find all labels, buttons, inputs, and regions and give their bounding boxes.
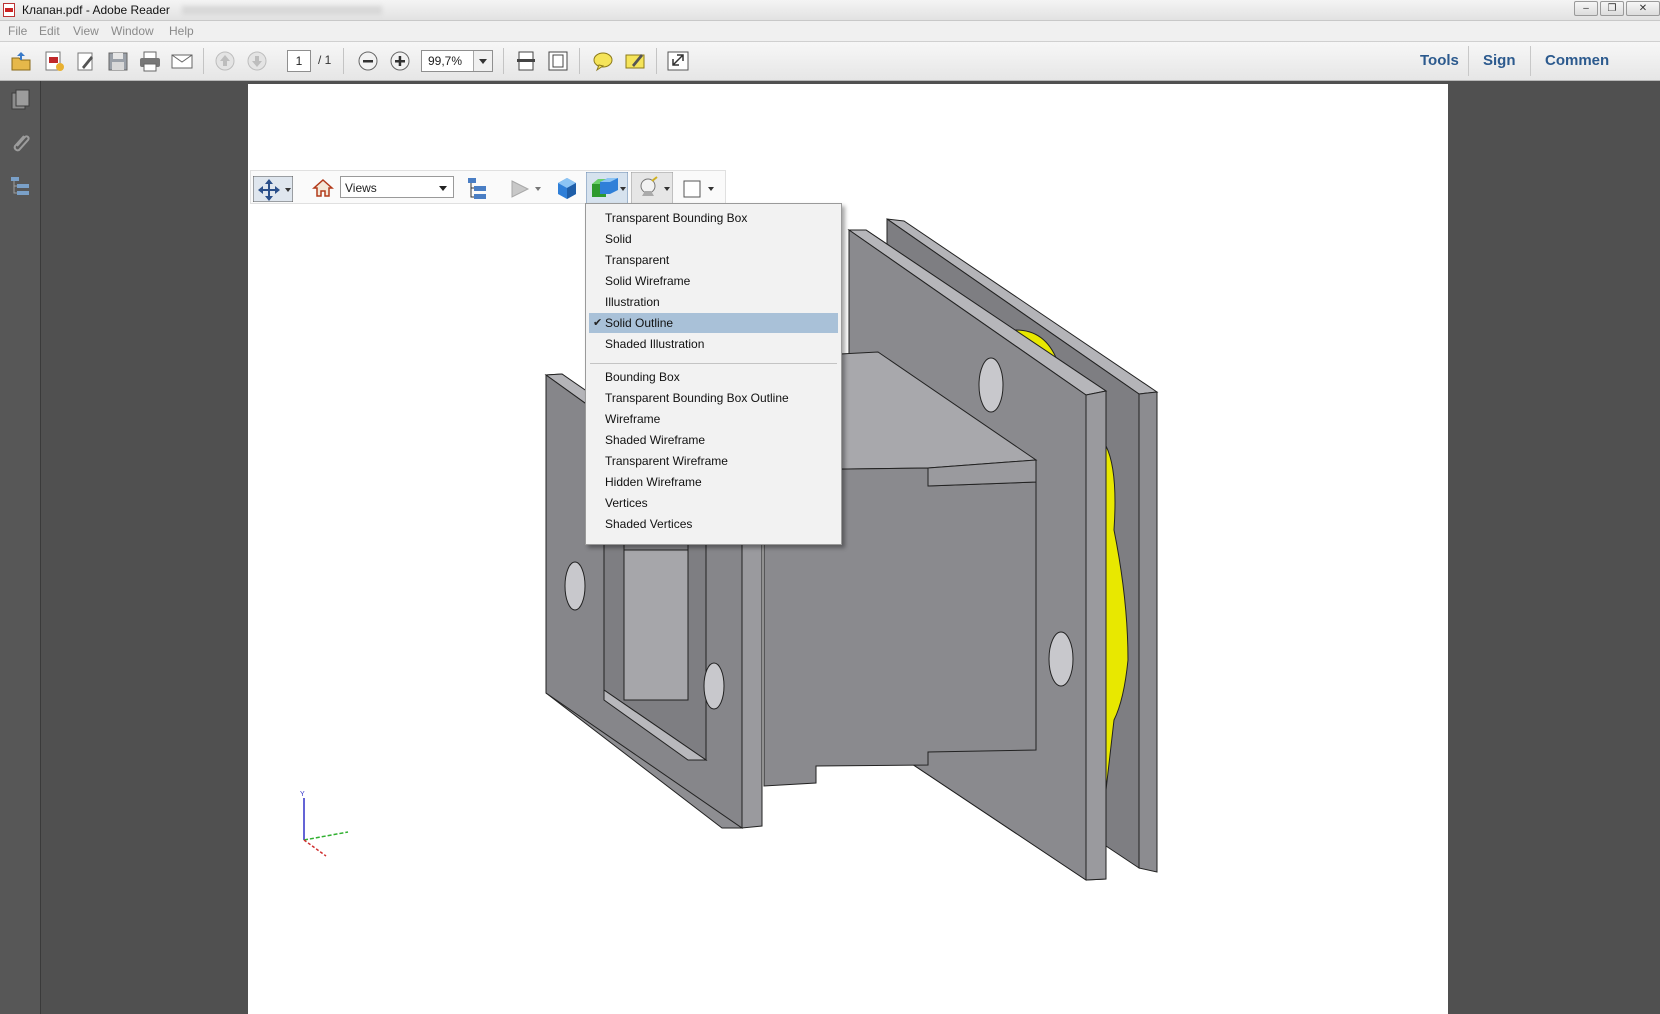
menu-item-vertices[interactable]: Vertices xyxy=(589,493,838,513)
play-animation-icon[interactable] xyxy=(510,179,544,202)
menu-item-illustration[interactable]: Illustration xyxy=(589,292,838,312)
model-tree-toggle-icon[interactable] xyxy=(465,176,489,203)
z-axis-line xyxy=(303,839,327,857)
menu-item-hidden-wireframe[interactable]: Hidden Wireframe xyxy=(589,472,838,492)
menu-item-solid-outline[interactable]: ✔ Solid Outline xyxy=(589,313,838,333)
menu-item-transparent-bounding-box[interactable]: Transparent Bounding Box xyxy=(589,208,838,228)
projection-cube-icon[interactable] xyxy=(555,176,579,205)
menu-item-transparent-wireframe[interactable]: Transparent Wireframe xyxy=(589,451,838,471)
menu-separator xyxy=(590,363,837,364)
background-color-icon[interactable] xyxy=(682,178,716,203)
menu-item-transparent-bounding-box-outline[interactable]: Transparent Bounding Box Outline xyxy=(589,388,838,408)
menu-item-wireframe[interactable]: Wireframe xyxy=(589,409,838,429)
menu-item-shaded-wireframe[interactable]: Shaded Wireframe xyxy=(589,430,838,450)
render-mode-button[interactable] xyxy=(585,171,629,207)
lighting-icon[interactable] xyxy=(630,171,674,207)
menu-item-shaded-vertices[interactable]: Shaded Vertices xyxy=(589,514,838,534)
menu-item-shaded-illustration[interactable]: Shaded Illustration xyxy=(589,334,838,354)
views-label: Views xyxy=(345,181,377,195)
checkmark-icon: ✔ xyxy=(593,317,603,329)
axis-label: Y xyxy=(300,791,305,798)
menu-item-bounding-box[interactable]: Bounding Box xyxy=(589,367,838,387)
rotate-tool-icon[interactable] xyxy=(252,175,294,205)
chevron-down-icon xyxy=(439,186,447,191)
menu-item-solid-wireframe[interactable]: Solid Wireframe xyxy=(589,271,838,291)
views-select[interactable]: Views xyxy=(340,176,454,198)
home-view-icon[interactable] xyxy=(312,178,334,201)
x-axis-line xyxy=(303,831,349,841)
render-mode-menu: Transparent Bounding Box Solid Transpare… xyxy=(585,203,842,545)
menu-item-solid[interactable]: Solid xyxy=(589,229,838,249)
menu-item-transparent[interactable]: Transparent xyxy=(589,250,838,270)
